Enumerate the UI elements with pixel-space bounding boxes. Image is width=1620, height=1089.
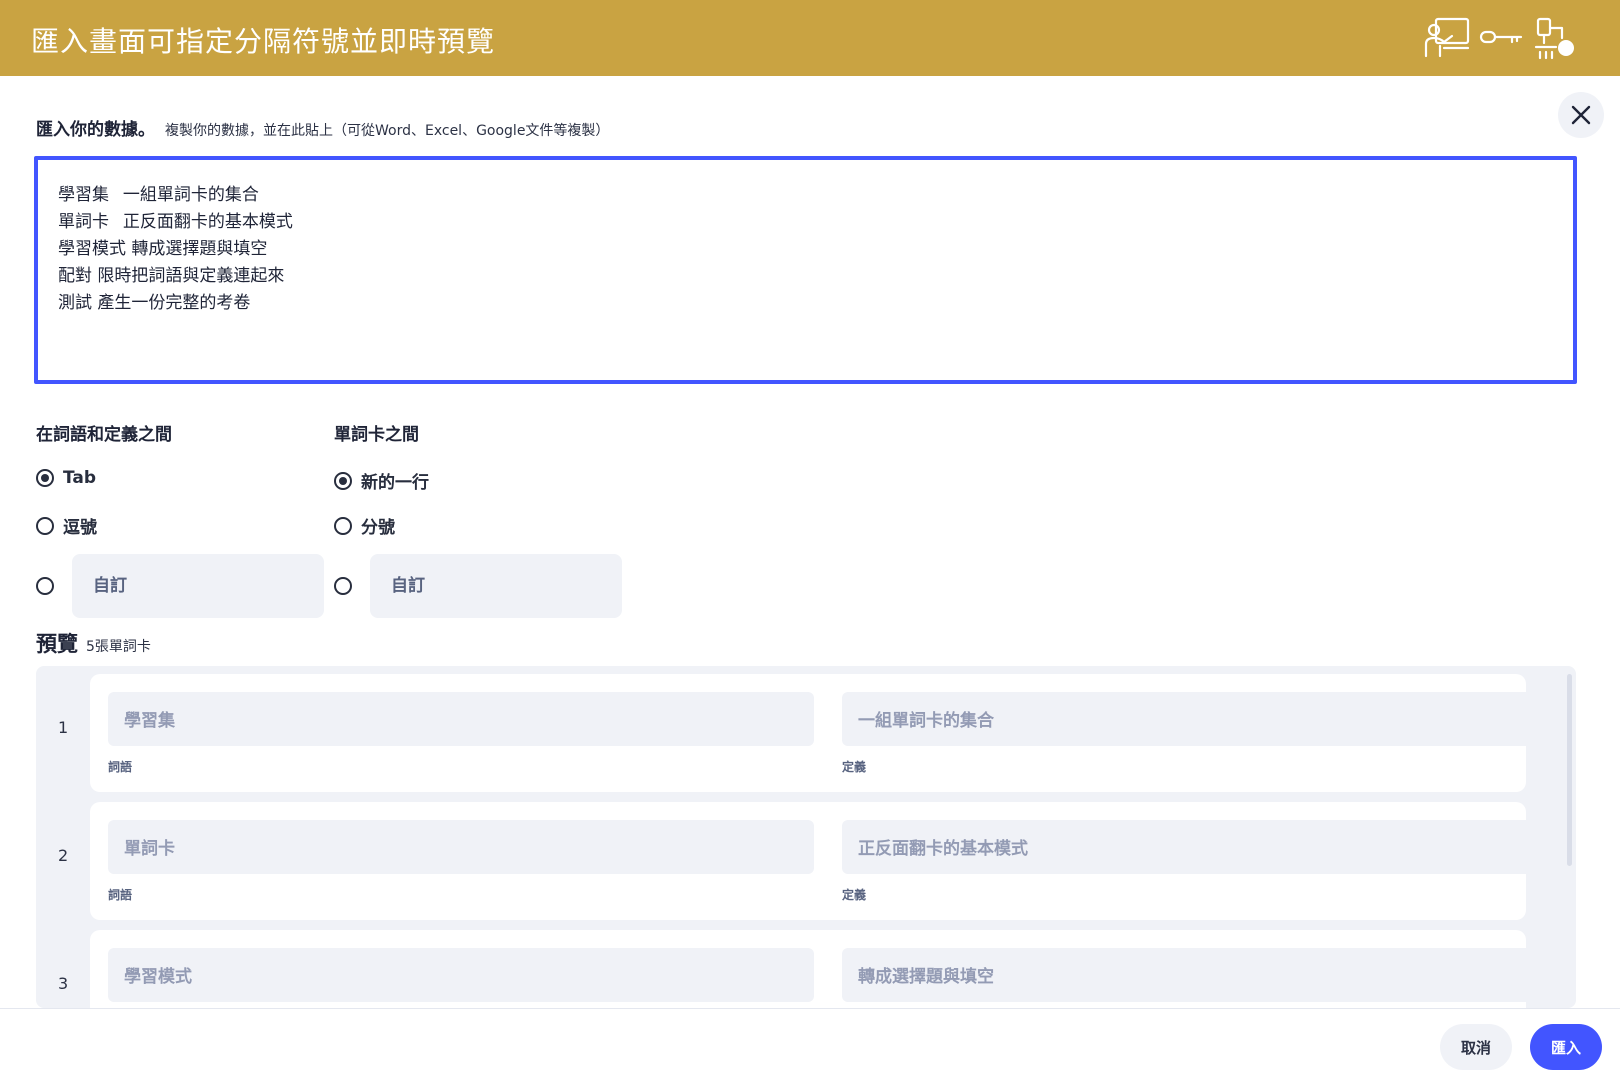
card-box: 學習集 一組單詞卡的集合 詞語 定義: [90, 674, 1548, 792]
term-separator-title: 在詞語和定義之間: [36, 425, 172, 445]
definition-label: 定義: [842, 760, 867, 774]
definition-field[interactable]: 轉成選擇題與填空: [842, 948, 1548, 1002]
card-box: 單詞卡 正反面翻卡的基本模式 詞語 定義: [90, 802, 1548, 920]
term-sep-custom-input[interactable]: [72, 554, 324, 618]
radio-semicolon[interactable]: [334, 516, 352, 535]
radio-label: 逗號: [63, 518, 97, 538]
card-sep-custom-input[interactable]: [370, 554, 622, 618]
term-sep-custom-option[interactable]: [36, 554, 324, 618]
card-separator-title: 單詞卡之間: [334, 425, 419, 445]
preview-title: 預覽: [36, 632, 78, 656]
term-sep-tab-option[interactable]: Tab: [36, 468, 96, 488]
term-field[interactable]: 單詞卡: [108, 820, 814, 874]
term-field[interactable]: 學習模式: [108, 948, 814, 1002]
preview-list[interactable]: 1 學習集 一組單詞卡的集合 詞語 定義 2 單詞卡 正反面翻卡的基本模式 詞語…: [36, 666, 1576, 1008]
preview-heading: 預覽 5張單詞卡: [36, 628, 151, 658]
banner-title: 匯入畫面可指定分隔符號並即時預覽: [31, 25, 496, 58]
card-separator-group: 單詞卡之間 新的一行 分號: [334, 420, 622, 618]
banner-decor: [1422, 16, 1592, 60]
footer: [0, 1009, 1620, 1089]
header-banner: 匯入畫面可指定分隔符號並即時預覽: [0, 0, 1620, 76]
radio-custom[interactable]: [36, 577, 54, 595]
import-hint: 複製你的數據，並在此貼上（可從Word、Excel、Google文件等複製）: [165, 123, 610, 139]
card-sep-custom-option[interactable]: [334, 554, 622, 618]
card-number: 1: [58, 718, 69, 737]
microscope-icon: [1534, 17, 1574, 60]
key-icon: [1479, 30, 1523, 44]
definition-field[interactable]: 正反面翻卡的基本模式: [842, 820, 1548, 874]
import-heading: 匯入你的數據。 複製你的數據，並在此貼上（可從Word、Excel、Google…: [36, 115, 609, 140]
close-button[interactable]: [1558, 92, 1604, 138]
radio-label: Tab: [63, 468, 97, 488]
teacher-at-board-icon: [1424, 17, 1470, 58]
import-title: 匯入你的數據。: [36, 120, 155, 140]
data-textarea[interactable]: [34, 156, 1577, 384]
card-box: 學習模式 轉成選擇題與填空 詞語 定義: [90, 930, 1548, 1008]
preview-card: 2 單詞卡 正反面翻卡的基本模式 詞語 定義: [36, 794, 1576, 920]
term-label: 詞語: [108, 888, 133, 902]
radio-label: 新的一行: [361, 473, 429, 493]
definition-field[interactable]: 一組單詞卡的集合: [842, 692, 1548, 746]
card-number: 3: [58, 974, 69, 993]
preview-scroll: 1 學習集 一組單詞卡的集合 詞語 定義 2 單詞卡 正反面翻卡的基本模式 詞語…: [36, 666, 1576, 1008]
radio-label: 分號: [361, 518, 395, 538]
term-sep-comma-option[interactable]: 逗號: [36, 513, 97, 538]
radio-comma[interactable]: [36, 516, 54, 535]
term-label: 詞語: [108, 760, 133, 774]
radio-custom[interactable]: [334, 577, 352, 595]
card-number: 2: [58, 846, 69, 865]
card-sep-newline-option[interactable]: 新的一行: [334, 468, 429, 493]
definition-label: 定義: [842, 888, 867, 902]
import-button[interactable]: 匯入: [1530, 1024, 1602, 1070]
radio-newline[interactable]: [334, 471, 352, 490]
term-field[interactable]: 學習集: [108, 692, 814, 746]
card-sep-semicolon-option[interactable]: 分號: [334, 513, 395, 538]
cancel-button[interactable]: 取消: [1440, 1024, 1512, 1070]
preview-card: 1 學習集 一組單詞卡的集合 詞語 定義: [36, 666, 1576, 792]
preview-card: 3 學習模式 轉成選擇題與填空 詞語 定義: [36, 922, 1576, 1008]
preview-scrollbar-thumb[interactable]: [1567, 674, 1572, 866]
term-separator-group: 在詞語和定義之間 Tab 逗號: [36, 420, 324, 618]
radio-tab[interactable]: [36, 469, 54, 487]
close-icon: [1571, 105, 1591, 125]
preview-count: 5張單詞卡: [86, 639, 151, 655]
